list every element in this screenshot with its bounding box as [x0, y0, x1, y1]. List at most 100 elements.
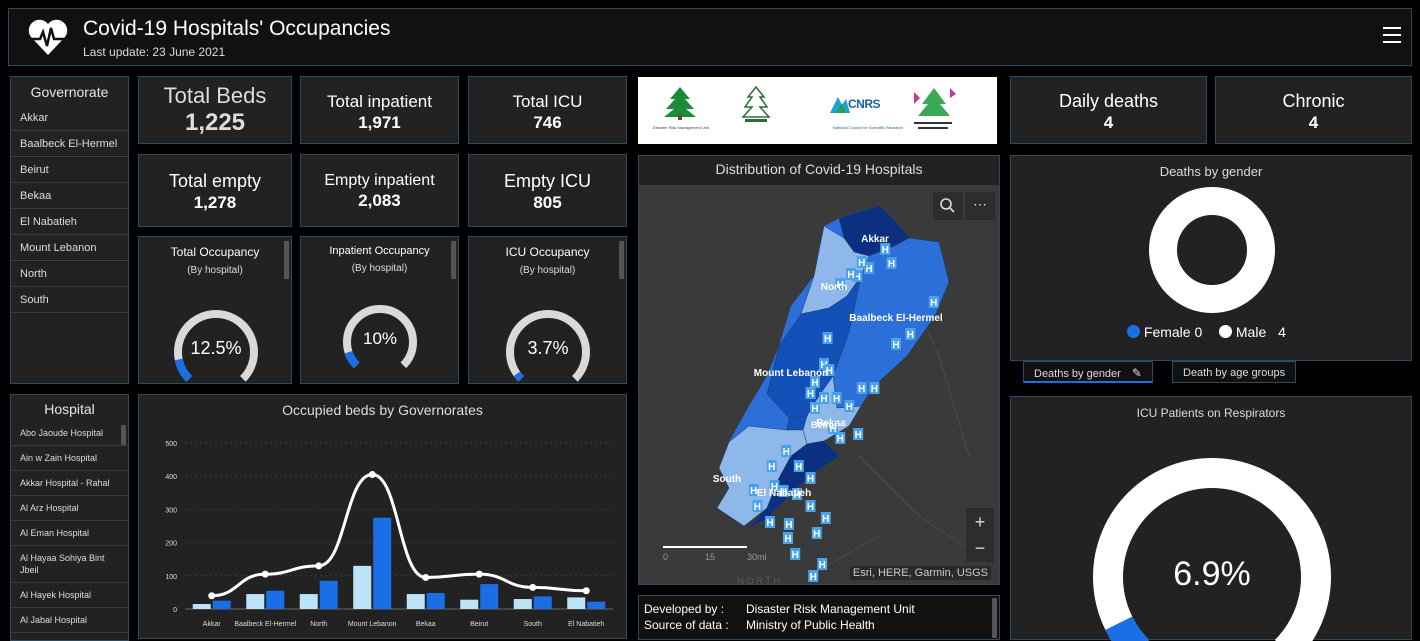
hospital-item[interactable]: Al Hayek Hospital — [11, 583, 128, 608]
lebanon-cedar-logo-icon — [664, 87, 696, 120]
respirators-title: ICU Patients on Respirators — [1136, 406, 1286, 420]
inpatient-occupancy-scrollbar[interactable] — [451, 241, 456, 279]
hospital-marker-glyph: H — [824, 334, 831, 345]
map-more-icon[interactable]: ⋯ — [965, 192, 995, 220]
tab-death-by-age-groups[interactable]: Death by age groups — [1172, 361, 1297, 383]
map-search-icon[interactable] — [933, 192, 963, 220]
hospital-marker-glyph: H — [858, 258, 865, 269]
hospital-item[interactable]: Abo Jaoude Hospital — [11, 421, 128, 446]
inpatient-occupancy-title: Inpatient Occupancy — [329, 245, 430, 257]
governorate-item[interactable]: Bekaa — [11, 183, 128, 209]
line-point-1[interactable] — [261, 570, 269, 578]
bar-bekaa-s1[interactable] — [426, 593, 445, 609]
line-point-5[interactable] — [475, 570, 483, 578]
card-total-inpatient: Total inpatient 1,971 — [300, 76, 459, 144]
deaths-gender-donut — [1149, 187, 1275, 313]
empty-icu-value: 805 — [533, 193, 562, 212]
bar-bekaa-s0[interactable] — [406, 594, 425, 609]
total-icu-value: 746 — [533, 113, 562, 132]
map-scale-label: 15 — [705, 552, 715, 562]
hospital-item[interactable]: Al Hayaa Sohiya Bint Jbeil — [11, 546, 128, 583]
line-point-4[interactable] — [422, 573, 430, 581]
bar-akkar-s1[interactable] — [212, 600, 231, 609]
hospital-item[interactable]: Akkar Hospital - Rahal — [11, 471, 128, 496]
empty-inpatient-label: Empty inpatient — [324, 172, 435, 189]
card-empty-inpatient: Empty inpatient 2,083 — [300, 154, 459, 227]
inpatient-occupancy-sub: (By hospital) — [351, 263, 408, 274]
empty-icu-label: Empty ICU — [503, 171, 591, 191]
x-tick-label: Baalbeck El-Hermel — [234, 621, 296, 628]
total-occupancy-value: 12.5% — [190, 338, 241, 358]
map-label-beirut: Beirut — [811, 420, 837, 430]
bar-akkar-s0[interactable] — [192, 604, 211, 609]
governorate-item[interactable]: Akkar — [11, 105, 128, 131]
hospital-item[interactable]: Al Eman Hospital — [11, 521, 128, 546]
x-tick-label: Beirut — [470, 621, 488, 628]
bar-south-s1[interactable] — [533, 596, 552, 609]
bar-el-nabatieh-s1[interactable] — [587, 601, 606, 609]
line-point-2[interactable] — [315, 562, 323, 570]
lebanon-map[interactable]: HHHHHHHHHHHHHHH H HHH HHHH HHHHHH H HHHHH HHHHH… — [639, 185, 1000, 585]
health-ministry-logo-icon — [904, 82, 962, 138]
last-update: Last update: 23 June 2021 — [83, 45, 226, 59]
governorate-item[interactable]: North — [11, 261, 128, 287]
menu-icon[interactable] — [1383, 27, 1401, 43]
credits-scrollbar[interactable] — [992, 598, 997, 638]
map-scale-label: 0 — [663, 552, 668, 562]
total-occupancy-gauge: 12.5% — [174, 310, 258, 382]
hospital-marker-glyph: H — [785, 520, 792, 531]
y-tick-label: 300 — [165, 507, 177, 514]
governorate-item[interactable]: El Nabatieh — [11, 209, 128, 235]
inpatient-occupancy-gauge: 10% — [343, 305, 417, 369]
map-attribution: Esri, HERE, Garmin, USGS — [849, 566, 991, 580]
governorate-item[interactable]: South — [11, 287, 128, 313]
governorate-panel: Governorate Akkar Baalbeck El-Hermel Beiru… — [10, 76, 129, 384]
icu-gauge-fill — [513, 371, 525, 382]
line-point-3[interactable] — [368, 471, 376, 479]
drm-logo-text: Disaster Risk Management Unit — [652, 125, 710, 130]
hospital-panel: Hospital Abo Jaoude Hospital Ain w Zain H… — [10, 394, 129, 641]
hospital-item[interactable]: Al Arz Hospital — [11, 496, 128, 521]
legend-female[interactable]: Female 0 — [1127, 324, 1202, 340]
zoom-out-button[interactable]: − — [966, 534, 994, 562]
icu-occupancy-value: 3.7% — [527, 338, 568, 358]
governorate-item[interactable]: Mount Lebanon — [11, 235, 128, 261]
governorate-item[interactable]: Beirut — [11, 157, 128, 183]
bar-beirut-s1[interactable] — [480, 584, 499, 609]
respirators-value: 6.9% — [1173, 555, 1251, 593]
bar-baalbeck-el-hermel-s0[interactable] — [246, 594, 265, 609]
zoom-in-button[interactable]: + — [966, 508, 994, 536]
tab-deaths-by-gender[interactable]: Deaths by gender ✎ — [1023, 361, 1153, 383]
map-road — [858, 455, 980, 557]
hospital-marker-glyph: H — [892, 340, 899, 351]
icu-occupancy-sub: (By hospital) — [519, 265, 576, 276]
bar-beirut-s0[interactable] — [460, 599, 479, 609]
hospital-marker-glyph: H — [768, 462, 775, 473]
hospital-marker-glyph: H — [807, 502, 814, 513]
governorate-item[interactable]: Baalbeck El-Hermel — [11, 131, 128, 157]
line-point-7[interactable] — [582, 587, 590, 595]
icu-occupancy-scrollbar[interactable] — [619, 241, 624, 279]
bar-north-s1[interactable] — [319, 580, 338, 609]
header-bar: Covid-19 Hospitals' Occupancies Last upd… — [8, 8, 1412, 66]
hospital-item[interactable]: Al Jabal Hospital — [11, 608, 128, 633]
line-point-0[interactable] — [208, 592, 216, 600]
line-point-6[interactable] — [529, 583, 537, 591]
bar-el-nabatieh-s0[interactable] — [567, 597, 586, 609]
legend-male[interactable]: Male 4 — [1219, 324, 1286, 340]
bar-mount-lebanon-s1[interactable] — [373, 517, 392, 609]
hospital-marker-glyph: H — [792, 550, 799, 561]
hospital-item[interactable]: Ain w Zain Hospital — [11, 446, 128, 471]
bar-south-s0[interactable] — [513, 599, 532, 609]
hospital-marker-glyph: H — [871, 384, 878, 395]
hospital-list: Abo Jaoude Hospital Ain w Zain Hospital Ak… — [11, 421, 128, 633]
hospital-marker-glyph: H — [833, 394, 840, 405]
bar-mount-lebanon-s0[interactable] — [353, 565, 372, 609]
total-inpatient-label: Total inpatient — [327, 92, 432, 111]
hospital-marker-glyph: H — [813, 529, 820, 540]
bar-baalbeck-el-hermel-s1[interactable] — [266, 590, 285, 609]
total-occupancy-scrollbar[interactable] — [284, 241, 289, 279]
card-total-empty: Total empty 1,278 — [138, 154, 292, 227]
bar-north-s0[interactable] — [299, 594, 318, 609]
hospital-scrollbar[interactable] — [121, 425, 126, 445]
